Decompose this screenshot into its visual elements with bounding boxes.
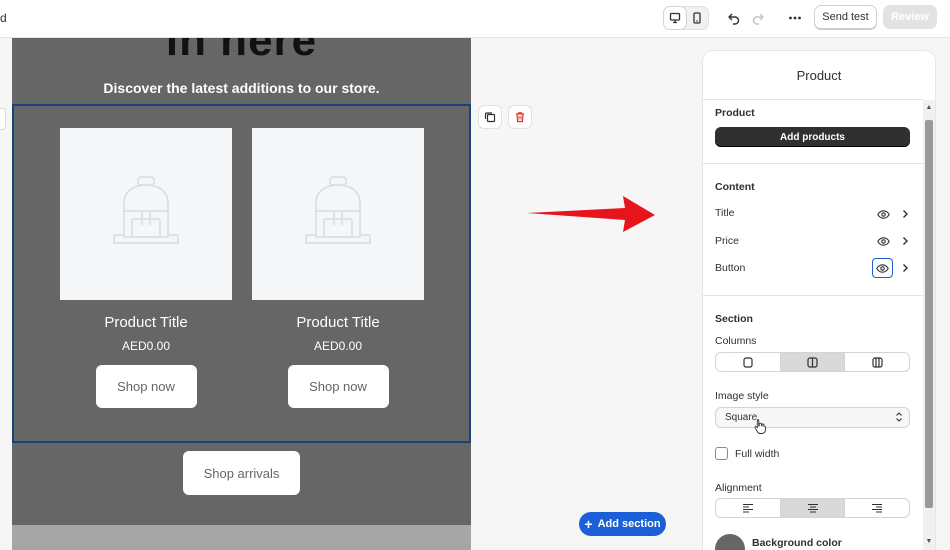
chevron-right-icon [903,237,908,245]
content-row-title-label[interactable]: Title [715,207,734,219]
more-options-button[interactable] [785,8,805,28]
more-horizontal-icon [789,16,801,20]
content-row-price-label[interactable]: Price [715,235,739,247]
scroll-up-icon[interactable]: ▲ [925,103,933,111]
add-section-label: Add section [597,518,661,530]
duplicate-block-button[interactable] [478,105,502,129]
three-columns-icon [872,356,883,368]
divider [703,99,923,100]
redo-button[interactable] [748,8,768,28]
undo-icon [728,13,740,25]
select-chevron-icon [896,412,902,422]
chevron-right-icon [903,210,908,218]
chevron-right-icon [903,264,908,272]
columns-option-1[interactable] [716,353,781,371]
backpack-icon [113,176,179,244]
email-preview: in here Discover the latest additions to… [12,38,471,550]
alignment-label: Alignment [715,482,762,494]
align-center-icon [807,503,818,513]
full-width-checkbox[interactable] [715,447,728,460]
image-style-label: Image style [715,390,769,402]
price-expand-chevron[interactable] [896,232,914,250]
image-style-value: Square [725,412,758,423]
plus-icon: + [584,516,593,532]
add-section-button[interactable]: + Add section [579,512,666,536]
columns-label: Columns [715,335,757,347]
align-left-icon [742,503,753,513]
background-color-swatch[interactable] [715,534,745,550]
button-visibility-toggle[interactable] [872,258,893,278]
delete-block-button[interactable] [508,105,532,129]
product-price: AED0.00 [121,339,171,353]
full-width-label: Full width [735,448,780,460]
duplicate-icon [484,112,496,123]
mobile-view-button[interactable] [686,7,708,29]
add-products-button[interactable]: Add products [715,127,910,147]
trash-icon [516,112,524,123]
eye-icon [876,209,890,219]
scrollbar-thumb[interactable] [925,120,933,508]
columns-option-3[interactable] [845,353,909,371]
align-center-option[interactable] [780,499,846,517]
title-expand-chevron[interactable] [896,205,914,223]
shop-now-button[interactable]: Shop now [287,365,389,408]
panel-scrollbar[interactable]: ▲ ▼ [923,100,935,550]
device-toggle [663,6,709,30]
review-button[interactable]: Review [883,5,937,29]
email-heading: in here [165,38,318,65]
shop-arrivals-button[interactable]: Shop arrivals [183,451,300,495]
desktop-view-button[interactable] [664,7,686,29]
shop-now-button[interactable]: Shop now [95,365,197,408]
editor-canvas: in here Discover the latest additions to… [0,38,690,550]
product-block-selected[interactable]: Product Title AED0.00 Shop now Product T… [12,104,471,443]
align-right-option[interactable] [845,499,909,517]
columns-selector [715,352,910,372]
title-visibility-toggle[interactable] [874,205,892,223]
product-title: Product Title [104,314,188,331]
product-image-placeholder [60,128,232,300]
panel-title: Product [796,68,842,83]
section-settings-label: Section [715,313,753,325]
send-test-button[interactable]: Send test [814,5,877,29]
divider [703,295,923,296]
align-left-option[interactable] [716,499,781,517]
divider [703,163,923,164]
eye-icon [876,236,890,246]
alignment-selector [715,498,910,518]
eye-icon [876,263,889,273]
red-arrow-annotation [527,196,655,232]
canvas-left-handle[interactable] [0,108,6,130]
content-section-label: Content [715,181,755,193]
scroll-down-icon[interactable]: ▼ [925,537,933,545]
undo-button[interactable] [724,8,744,28]
content-row-button-label[interactable]: Button [715,262,745,274]
one-column-icon [743,356,753,368]
email-footer-section [12,525,471,550]
product-card[interactable]: Product Title AED0.00 Shop now [60,128,232,408]
toolbar-left-text: d [0,11,7,25]
email-subheading: Discover the latest additions to our sto… [103,80,380,96]
desktop-icon [669,12,681,24]
product-image-placeholder [252,128,424,300]
image-style-select[interactable]: Square [715,407,910,428]
background-color-label: Background color [752,537,842,549]
redo-icon [752,13,764,25]
settings-panel: Product Product Add products Content Tit… [703,51,935,550]
product-section-label: Product [715,107,755,119]
button-expand-chevron[interactable] [896,259,914,277]
hand-cursor-icon [754,419,766,434]
top-toolbar: d Send test Review [0,0,950,38]
columns-option-2[interactable] [780,353,846,371]
product-price: AED0.00 [313,339,363,353]
align-right-icon [872,503,883,513]
backpack-icon [305,176,371,244]
product-card[interactable]: Product Title AED0.00 Shop now [252,128,424,408]
product-title: Product Title [296,314,380,331]
two-columns-icon [807,356,818,368]
mobile-icon [693,12,701,24]
price-visibility-toggle[interactable] [874,232,892,250]
